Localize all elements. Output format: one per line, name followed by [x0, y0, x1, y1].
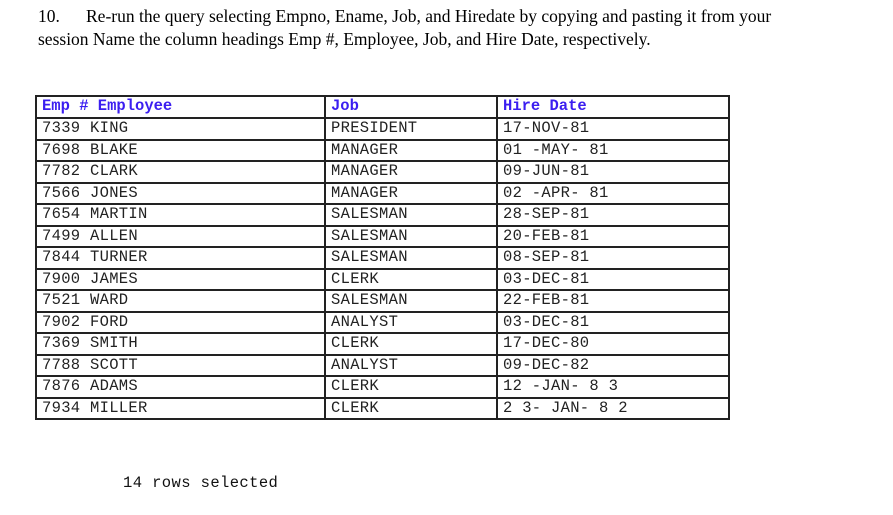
cell-hire-date: 22-FEB-81 [496, 289, 730, 313]
table-row: 7788 SCOTT ANALYST 09-DEC-82 [35, 353, 730, 377]
cell-job: MANAGER [324, 138, 498, 162]
table-row: 7339 KING PRESIDENT 17-NOV-81 [35, 117, 730, 141]
cell-job: SALESMAN [324, 203, 498, 227]
cell-job: CLERK [324, 396, 498, 420]
cell-hire-date: 17-NOV-81 [496, 117, 730, 141]
cell-job: SALESMAN [324, 224, 498, 248]
cell-emp-employee: 7654 MARTIN [35, 203, 326, 227]
query-result-table: Emp # Employee Job Hire Date 7339 KING PR… [35, 95, 730, 420]
cell-emp-employee: 7782 CLARK [35, 160, 326, 184]
cell-hire-date: 2 3- JAN- 8 2 [496, 396, 730, 420]
question-number: 10. [38, 6, 60, 26]
table-row: 7654 MARTIN SALESMAN 28-SEP-81 [35, 203, 730, 227]
cell-emp-employee: 7934 MILLER [35, 396, 326, 420]
table-row: 7782 CLARK MANAGER 09-JUN-81 [35, 160, 730, 184]
table-row: 7934 MILLER CLERK 2 3- JAN- 8 2 [35, 396, 730, 420]
cell-hire-date: 12 -JAN- 8 3 [496, 375, 730, 399]
table-header-row: Emp # Employee Job Hire Date [35, 95, 730, 119]
cell-job: SALESMAN [324, 289, 498, 313]
header-job: Job [324, 95, 498, 119]
table-row: 7902 FORD ANALYST 03-DEC-81 [35, 310, 730, 334]
cell-job: CLERK [324, 267, 498, 291]
cell-job: CLERK [324, 332, 498, 356]
cell-job: SALESMAN [324, 246, 498, 270]
cell-emp-employee: 7788 SCOTT [35, 353, 326, 377]
cell-emp-employee: 7369 SMITH [35, 332, 326, 356]
cell-emp-employee: 7521 WARD [35, 289, 326, 313]
table-body: 7339 KING PRESIDENT 17-NOV-81 7698 BLAKE MAN… [35, 117, 730, 420]
cell-hire-date: 20-FEB-81 [496, 224, 730, 248]
table-row: 7566 JONES MANAGER 02 -APR- 81 [35, 181, 730, 205]
table-row: 7369 SMITH CLERK 17-DEC-80 [35, 332, 730, 356]
cell-job: PRESIDENT [324, 117, 498, 141]
table-row: 7698 BLAKE MANAGER 01 -MAY- 81 [35, 138, 730, 162]
cell-emp-employee: 7876 ADAMS [35, 375, 326, 399]
cell-hire-date: 03-DEC-81 [496, 267, 730, 291]
rows-selected-text: 14 rows selected [123, 474, 279, 492]
header-emp-employee: Emp # Employee [35, 95, 326, 119]
cell-hire-date: 09-DEC-82 [496, 353, 730, 377]
table-row: 7499 ALLEN SALESMAN 20-FEB-81 [35, 224, 730, 248]
cell-job: ANALYST [324, 310, 498, 334]
cell-hire-date: 09-JUN-81 [496, 160, 730, 184]
cell-hire-date: 17-DEC-80 [496, 332, 730, 356]
cell-emp-employee: 7844 TURNER [35, 246, 326, 270]
table-row: 7844 TURNER SALESMAN 08-SEP-81 [35, 246, 730, 270]
instruction-text: 10. Re-run the query selecting Empno, Ena… [38, 5, 888, 51]
cell-hire-date: 03-DEC-81 [496, 310, 730, 334]
instruction-line-2: session Name the column headings Emp #, … [38, 29, 651, 49]
cell-emp-employee: 7339 KING [35, 117, 326, 141]
cell-emp-employee: 7698 BLAKE [35, 138, 326, 162]
cell-hire-date: 01 -MAY- 81 [496, 138, 730, 162]
cell-emp-employee: 7900 JAMES [35, 267, 326, 291]
instruction-line-1: 10. Re-run the query selecting Empno, Ena… [38, 5, 888, 28]
table-row: 7876 ADAMS CLERK 12 -JAN- 8 3 [35, 375, 730, 399]
cell-emp-employee: 7566 JONES [35, 181, 326, 205]
cell-job: CLERK [324, 375, 498, 399]
cell-job: MANAGER [324, 181, 498, 205]
cell-hire-date: 08-SEP-81 [496, 246, 730, 270]
cell-emp-employee: 7902 FORD [35, 310, 326, 334]
cell-job: ANALYST [324, 353, 498, 377]
cell-job: MANAGER [324, 160, 498, 184]
instruction-line-1-text: Re-run the query selecting Empno, Ename,… [86, 6, 772, 26]
table-row: 7900 JAMES CLERK 03-DEC-81 [35, 267, 730, 291]
cell-emp-employee: 7499 ALLEN [35, 224, 326, 248]
header-hire-date: Hire Date [496, 95, 730, 119]
cell-hire-date: 02 -APR- 81 [496, 181, 730, 205]
cell-hire-date: 28-SEP-81 [496, 203, 730, 227]
table-row: 7521 WARD SALESMAN 22-FEB-81 [35, 289, 730, 313]
